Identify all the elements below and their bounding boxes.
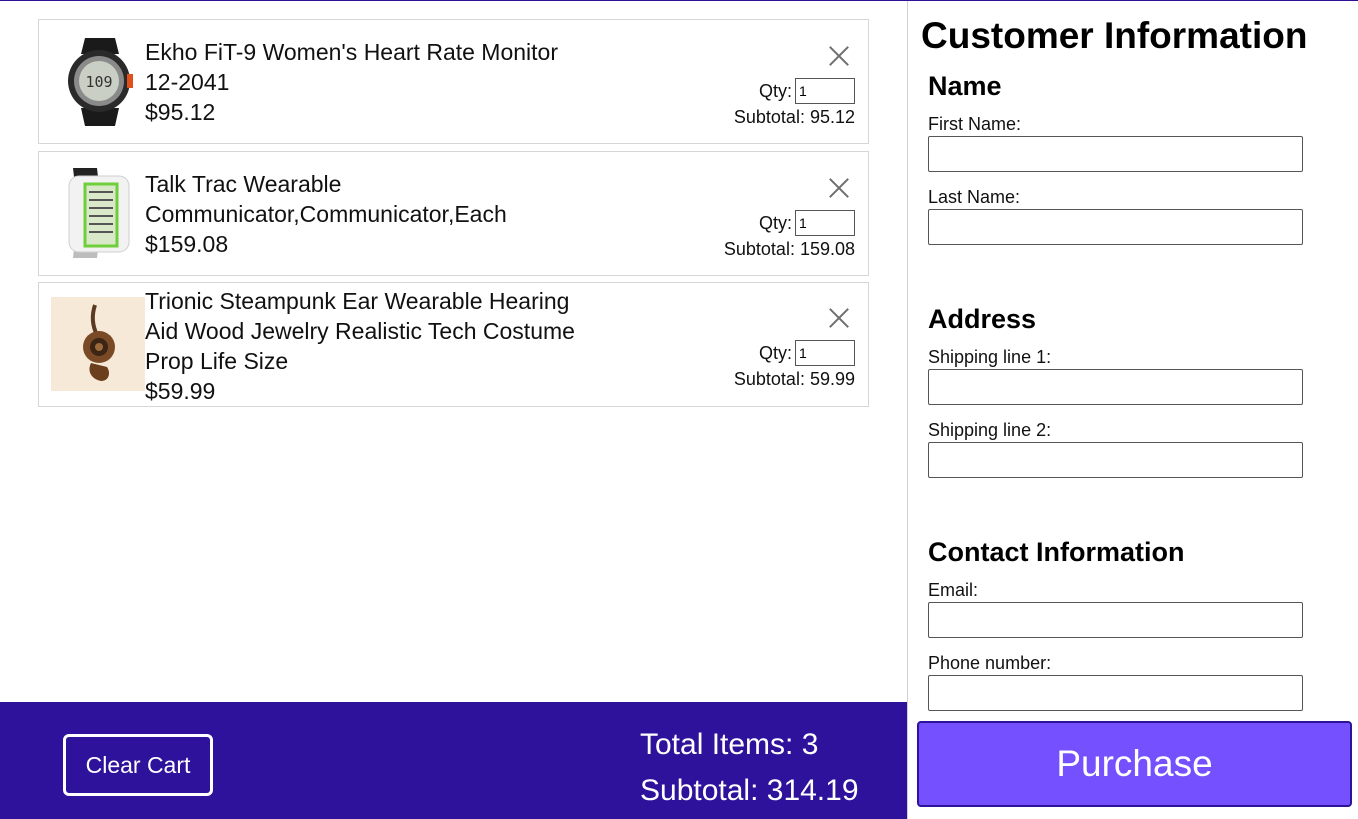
shipping-line-2-label: Shipping line 2: — [928, 420, 1052, 440]
product-thumbnail — [51, 166, 145, 260]
cart-list: 109 Ekho FiT-9 Women's Heart Rate Monito… — [0, 1, 907, 702]
last-name-label: Last Name: — [928, 187, 1021, 207]
phone-label: Phone number: — [928, 653, 1052, 673]
heart-rate-watch-icon: 109 — [68, 38, 133, 126]
remove-item-icon[interactable] — [826, 175, 852, 201]
item-subtotal: Subtotal: 159.08 — [723, 239, 855, 259]
product-thumbnail: 109 — [51, 34, 145, 128]
customer-info-panel: Customer Information Name First Name: La… — [907, 1, 1358, 819]
item-subtotal: Subtotal: 95.12 — [733, 107, 855, 127]
clear-cart-button[interactable]: Clear Cart — [63, 734, 213, 796]
email-field[interactable] — [928, 602, 1303, 638]
name-section-title: Name — [928, 71, 1002, 101]
remove-item-icon[interactable] — [826, 43, 852, 69]
item-price: $95.12 — [145, 99, 216, 125]
wearable-communicator-icon — [68, 168, 130, 258]
quantity-input[interactable] — [795, 210, 855, 236]
remove-item-icon[interactable] — [826, 305, 852, 331]
item-info: Trionic Steampunk Ear Wearable Hearing A… — [145, 286, 585, 406]
item-name: Trionic Steampunk Ear Wearable Hearing A… — [145, 288, 575, 374]
email-label: Email: — [928, 580, 979, 600]
quantity-row: Qty: — [759, 78, 855, 104]
cart-item: Talk Trac Wearable Communicator,Communic… — [38, 151, 869, 276]
purchase-button[interactable]: Purchase — [917, 721, 1352, 807]
item-info: Ekho FiT-9 Women's Heart Rate Monitor 12… — [145, 37, 585, 127]
quantity-input[interactable] — [795, 340, 855, 366]
phone-field[interactable] — [928, 675, 1303, 711]
product-thumbnail — [51, 297, 145, 391]
qty-label: Qty: — [758, 342, 792, 363]
svg-text:109: 109 — [85, 73, 112, 91]
shipping-line-1-label: Shipping line 1: — [928, 347, 1052, 367]
last-name-field[interactable] — [928, 209, 1303, 245]
item-subtotal: Subtotal: 59.99 — [733, 369, 855, 389]
item-price: $159.08 — [145, 231, 229, 257]
item-price: $59.99 — [145, 378, 216, 404]
shipping-line-1-field[interactable] — [928, 369, 1303, 405]
qty-label: Qty: — [758, 212, 792, 233]
cart-footer: Clear Cart Total Items: 3 Subtotal: 314.… — [0, 702, 907, 819]
first-name-field[interactable] — [928, 136, 1303, 172]
steampunk-ear-piece-icon — [51, 297, 145, 391]
item-info: Talk Trac Wearable Communicator,Communic… — [145, 169, 585, 259]
panel-title: Customer Information — [921, 15, 1308, 56]
cart-totals: Total Items: 3 Subtotal: 314.19 — [640, 722, 859, 814]
quantity-input[interactable] — [795, 78, 855, 104]
first-name-label: First Name: — [928, 114, 1022, 134]
quantity-row: Qty: — [759, 210, 855, 236]
address-section-title: Address — [928, 304, 1037, 334]
qty-label: Qty: — [758, 80, 792, 101]
item-name: Talk Trac Wearable Communicator,Communic… — [145, 171, 507, 227]
cart-item: 109 Ekho FiT-9 Women's Heart Rate Monito… — [38, 19, 869, 144]
item-name: Ekho FiT-9 Women's Heart Rate Monitor 12… — [145, 39, 559, 95]
shipping-line-2-field[interactable] — [928, 442, 1303, 478]
contact-section-title: Contact Information — [928, 537, 1185, 567]
quantity-row: Qty: — [759, 340, 855, 366]
cart-item: Trionic Steampunk Ear Wearable Hearing A… — [38, 282, 869, 407]
total-items: Total Items: 3 — [640, 728, 819, 761]
cart-subtotal: Subtotal: 314.19 — [640, 774, 859, 807]
